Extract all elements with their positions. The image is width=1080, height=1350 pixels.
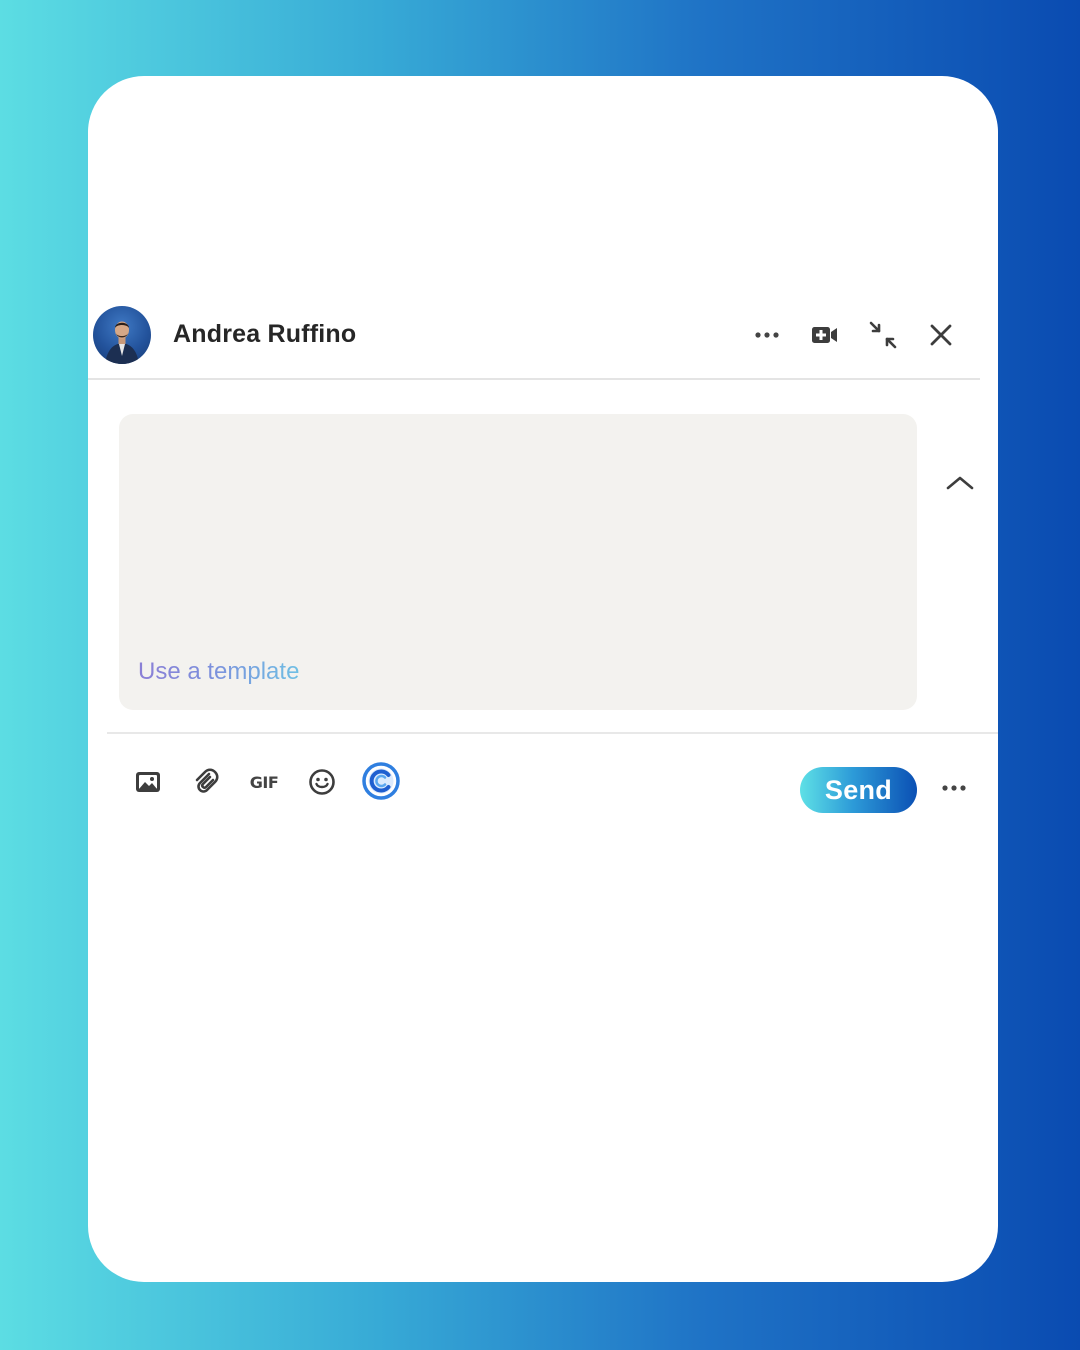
avatar[interactable] [93, 306, 151, 364]
gif-icon[interactable]: GIF [246, 764, 282, 800]
gif-label: GIF [249, 772, 279, 792]
message-window: Andrea Ruffino Use a template GIF Send [88, 76, 998, 1282]
image-icon[interactable] [130, 764, 166, 800]
send-button[interactable]: Send [800, 767, 917, 813]
message-input[interactable]: Use a template [119, 414, 917, 710]
close-icon[interactable] [924, 318, 958, 352]
emoji-icon[interactable] [304, 764, 340, 800]
more-options-icon[interactable] [936, 770, 972, 806]
more-options-icon[interactable] [750, 318, 784, 352]
conversation-header: Andrea Ruffino [88, 304, 980, 380]
chevron-up-icon[interactable] [942, 468, 978, 498]
extension-icon[interactable] [360, 760, 402, 802]
minimize-icon[interactable] [866, 318, 900, 352]
contact-name[interactable]: Andrea Ruffino [173, 320, 356, 349]
divider [107, 732, 998, 734]
video-call-icon[interactable] [808, 318, 842, 352]
attachment-icon[interactable] [188, 764, 224, 800]
person-silhouette-icon [105, 321, 139, 364]
use-template-link[interactable]: Use a template [138, 658, 299, 686]
